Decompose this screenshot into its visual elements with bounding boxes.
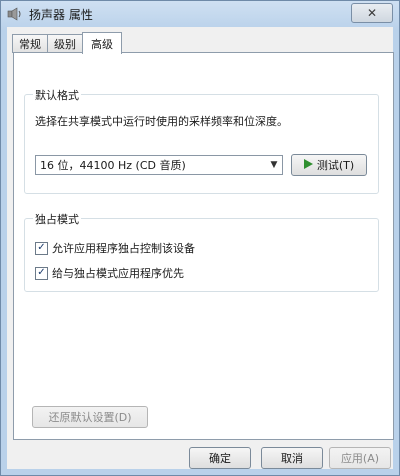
sample-rate-dropdown[interactable]: 16 位，44100 Hz (CD 音质) ▼ <box>35 155 283 175</box>
allow-exclusive-checkbox-row[interactable]: ✓ 允许应用程序独占控制该设备 <box>35 240 195 256</box>
group-label: 默认格式 <box>33 87 81 103</box>
group-label: 独占模式 <box>33 211 81 227</box>
default-format-description: 选择在共享模式中运行时使用的采样频率和位深度。 <box>35 115 288 128</box>
allow-exclusive-checkbox[interactable]: ✓ <box>35 241 48 255</box>
exclusive-mode-group: 独占模式 ✓ 允许应用程序独占控制该设备 ✓ 给与独占模式应用程序优先 <box>24 211 379 292</box>
exclusive-priority-checkbox[interactable]: ✓ <box>35 266 48 280</box>
test-button[interactable]: 测试(T) <box>291 154 367 176</box>
button-label: 确定 <box>209 452 231 465</box>
restore-defaults-button[interactable]: 还原默认设置(D) <box>32 406 148 428</box>
advanced-tab-panel: 默认格式 选择在共享模式中运行时使用的采样频率和位深度。 16 位，44100 … <box>13 52 394 440</box>
chevron-down-icon: ▼ <box>270 160 278 170</box>
tab-strip: 常规 级别 高级 <box>12 32 122 54</box>
close-button[interactable]: ✕ <box>351 3 393 23</box>
checkbox-label: 允许应用程序独占控制该设备 <box>52 242 195 255</box>
tab-label: 高级 <box>91 37 113 51</box>
button-label: 测试(T) <box>316 159 355 172</box>
default-format-group: 默认格式 选择在共享模式中运行时使用的采样频率和位深度。 16 位，44100 … <box>24 87 379 194</box>
dropdown-value: 16 位，44100 Hz (CD 音质) <box>40 159 186 172</box>
tab-label: 常规 <box>19 38 41 51</box>
button-label: 应用(A) <box>340 452 380 465</box>
properties-window: 扬声器 属性 ✕ 常规 级别 高级 默认格式 选择在共享模式中运行时使用的采样频… <box>0 0 400 476</box>
apply-button[interactable]: 应用(A) <box>329 447 391 469</box>
ok-button[interactable]: 确定 <box>189 447 251 469</box>
dialog-client-area: 常规 级别 高级 默认格式 选择在共享模式中运行时使用的采样频率和位深度。 16… <box>7 27 394 469</box>
exclusive-priority-checkbox-row[interactable]: ✓ 给与独占模式应用程序优先 <box>35 265 184 281</box>
tab-general[interactable]: 常规 <box>12 34 48 53</box>
play-icon <box>303 158 313 172</box>
tab-advanced[interactable]: 高级 <box>82 32 122 54</box>
close-icon: ✕ <box>366 6 378 20</box>
window-title: 扬声器 属性 <box>29 7 93 22</box>
button-label: 取消 <box>281 452 303 465</box>
checkbox-label: 给与独占模式应用程序优先 <box>52 267 184 280</box>
speaker-icon <box>7 6 23 22</box>
tab-levels[interactable]: 级别 <box>47 34 83 53</box>
cancel-button[interactable]: 取消 <box>261 447 323 469</box>
tab-label: 级别 <box>54 38 76 51</box>
button-label: 还原默认设置(D) <box>48 411 132 424</box>
title-bar[interactable]: 扬声器 属性 ✕ <box>1 1 399 27</box>
